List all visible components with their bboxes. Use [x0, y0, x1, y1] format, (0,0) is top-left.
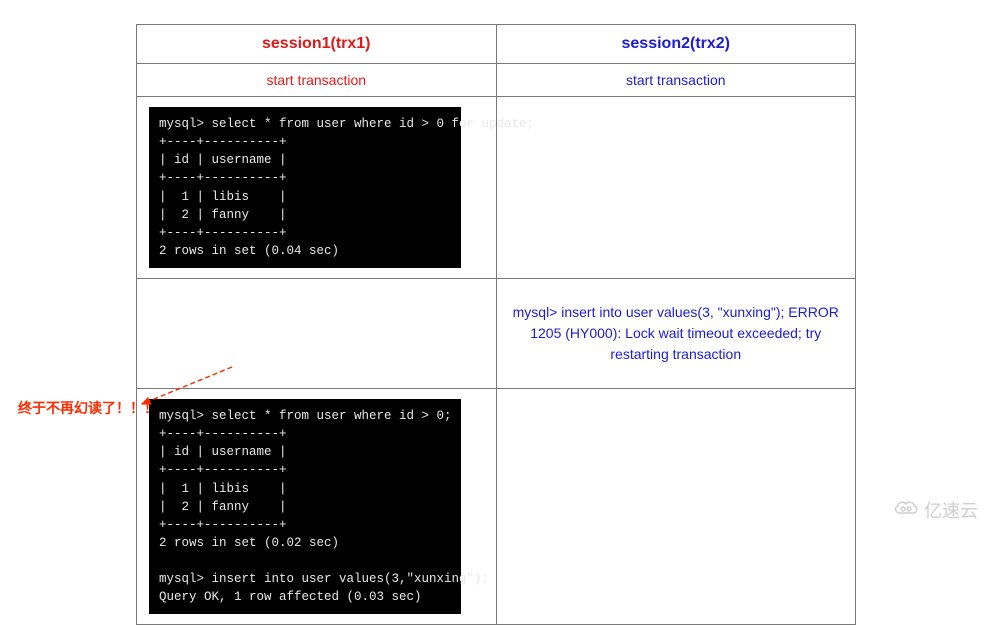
- terminal-output-1: mysql> select * from user where id > 0 f…: [149, 107, 461, 268]
- transaction-comparison-table: session1(trx1) session2(trx2) start tran…: [136, 24, 856, 625]
- cell-empty-1: [496, 97, 856, 279]
- cell-start-transaction-2: start transaction: [496, 64, 856, 97]
- cloud-icon: [892, 499, 920, 521]
- cell-empty-2: [137, 279, 497, 389]
- terminal-output-2: mysql> select * from user where id > 0; …: [149, 399, 461, 614]
- header-session2: session2(trx2): [496, 25, 856, 64]
- header-session1: session1(trx1): [137, 25, 497, 64]
- cell-insert-error: mysql> insert into user values(3, "xunxi…: [496, 279, 856, 389]
- watermark: 亿速云: [892, 497, 978, 523]
- cell-terminal-select-for-update: mysql> select * from user where id > 0 f…: [137, 97, 497, 279]
- cell-empty-3: [496, 389, 856, 625]
- watermark-text: 亿速云: [924, 497, 978, 523]
- cell-start-transaction-1: start transaction: [137, 64, 497, 97]
- annotation-no-phantom-read: 终于不再幻读了！！！: [18, 398, 158, 418]
- cell-terminal-select-insert: mysql> select * from user where id > 0; …: [137, 389, 497, 625]
